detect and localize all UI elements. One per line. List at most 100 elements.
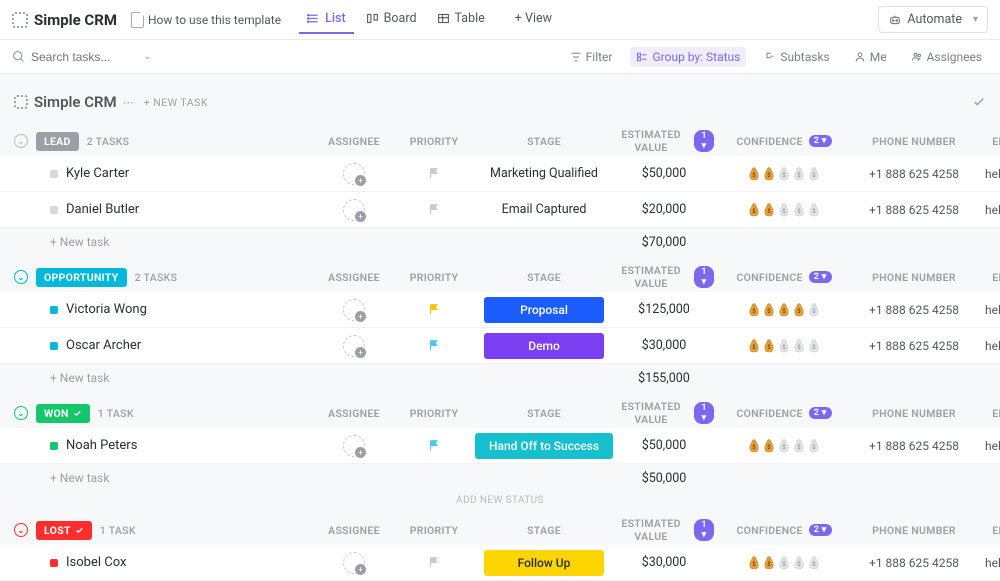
confidence-rating[interactable] <box>714 202 854 218</box>
assignee-add-button[interactable] <box>343 335 365 357</box>
task-row[interactable]: Kyle Carter Marketing Qualified $50,000 … <box>0 156 1000 192</box>
estimated-value[interactable]: $50,000 <box>614 166 714 181</box>
moneybag-icon <box>777 555 791 571</box>
assignee-add-button[interactable] <box>343 299 365 321</box>
group-header: ⌄ LEAD 2 TASKS ASSIGNEE PRIORITY STAGE E… <box>0 126 1000 156</box>
new-task-button[interactable]: + NEW TASK <box>144 96 208 109</box>
estimated-value[interactable]: $125,000 <box>614 302 714 317</box>
group-collapse-toggle[interactable]: ⌄ <box>14 134 28 148</box>
add-status-button[interactable]: ADD NEW STATUS <box>0 492 1000 509</box>
subtasks-button[interactable]: Subtasks <box>758 47 835 67</box>
group-lead: ⌄ LEAD 2 TASKS ASSIGNEE PRIORITY STAGE E… <box>0 126 1000 256</box>
email-address[interactable]: help@clickup.com <box>974 439 1000 453</box>
stage-pill[interactable]: Follow Up <box>484 550 604 576</box>
stage-text[interactable]: Marketing Qualified <box>490 166 598 181</box>
status-dot[interactable] <box>50 559 58 567</box>
assignee-add-button[interactable] <box>343 199 365 221</box>
status-dot[interactable] <box>50 442 58 450</box>
task-row[interactable]: Noah Peters Hand Off to Success $50,000 … <box>0 428 1000 464</box>
task-row[interactable]: Oscar Archer Demo $30,000 +1 888 625 425… <box>0 328 1000 364</box>
col-est-value[interactable]: ESTIMATED VALUE1 ▾ <box>614 264 714 290</box>
group-footer: + New task $155,000 <box>0 364 1000 392</box>
view-tab-list[interactable]: List <box>299 5 354 34</box>
col-email: EMAIL ADDRESS <box>974 407 1000 420</box>
email-address[interactable]: help@clickup.com <box>974 203 1000 217</box>
phone-number[interactable]: +1 888 625 4258 <box>854 303 974 317</box>
col-est-value[interactable]: ESTIMATED VALUE1 ▾ <box>614 128 714 154</box>
confidence-rating[interactable] <box>714 166 854 182</box>
task-row[interactable]: Isobel Cox Follow Up $30,000 +1 888 625 … <box>0 545 1000 581</box>
col-confidence[interactable]: CONFIDENCE2 ▾ <box>714 271 854 284</box>
confidence-rating[interactable] <box>714 302 854 318</box>
priority-flag[interactable] <box>394 339 474 352</box>
assignee-add-button[interactable] <box>343 552 365 574</box>
estimated-value[interactable]: $30,000 <box>614 555 714 570</box>
status-dot[interactable] <box>50 170 58 178</box>
template-link[interactable]: How to use this template <box>131 12 281 28</box>
automate-button[interactable]: Automate ▾ <box>878 6 988 33</box>
status-dot[interactable] <box>50 206 58 214</box>
moneybag-icon <box>747 202 761 218</box>
filter-button[interactable]: Filter <box>564 47 619 67</box>
groupby-button[interactable]: Group by: Status <box>630 47 746 67</box>
add-task-button[interactable]: + New task <box>14 371 314 385</box>
moneybag-icon <box>792 202 806 218</box>
col-est-value[interactable]: ESTIMATED VALUE1 ▾ <box>614 400 714 426</box>
section-header: Simple CRM ⋯ + NEW TASK <box>0 84 1000 120</box>
add-task-button[interactable]: + New task <box>14 235 314 249</box>
stage-text[interactable]: Email Captured <box>502 202 587 217</box>
moneybag-icon <box>747 302 761 318</box>
priority-flag[interactable] <box>394 439 474 452</box>
confidence-rating[interactable] <box>714 555 854 571</box>
confidence-rating[interactable] <box>714 338 854 354</box>
task-row[interactable]: Daniel Butler Email Captured $20,000 +1 … <box>0 192 1000 228</box>
col-confidence[interactable]: CONFIDENCE2 ▾ <box>714 524 854 537</box>
search-box[interactable]: ⌄ <box>12 50 172 64</box>
group-collapse-toggle[interactable]: ⌄ <box>14 406 28 420</box>
group-status-badge[interactable]: LEAD <box>36 132 79 151</box>
assignees-button[interactable]: Assignees <box>905 47 988 67</box>
chevron-down-icon[interactable]: ⌄ <box>143 51 151 62</box>
priority-flag[interactable] <box>394 303 474 316</box>
stage-pill[interactable]: Proposal <box>484 297 604 323</box>
col-est-value[interactable]: ESTIMATED VALUE1 ▾ <box>614 517 714 543</box>
assignee-add-button[interactable] <box>343 163 365 185</box>
phone-number[interactable]: +1 888 625 4258 <box>854 339 974 353</box>
add-task-button[interactable]: + New task <box>14 471 314 485</box>
col-confidence[interactable]: CONFIDENCE2 ▾ <box>714 135 854 148</box>
search-input[interactable] <box>31 50 131 64</box>
assignee-add-button[interactable] <box>343 435 365 457</box>
phone-number[interactable]: +1 888 625 4258 <box>854 167 974 181</box>
col-confidence[interactable]: CONFIDENCE2 ▾ <box>714 407 854 420</box>
email-address[interactable]: help@clickup.com <box>974 167 1000 181</box>
group-collapse-toggle[interactable]: ⌄ <box>14 523 28 537</box>
stage-pill[interactable]: Demo <box>484 333 604 359</box>
group-status-badge[interactable]: LOST <box>36 521 92 540</box>
confidence-rating[interactable] <box>714 438 854 454</box>
phone-number[interactable]: +1 888 625 4258 <box>854 439 974 453</box>
estimated-value[interactable]: $20,000 <box>614 202 714 217</box>
stage-pill[interactable]: Hand Off to Success <box>475 433 613 459</box>
col-assignee: ASSIGNEE <box>314 271 394 284</box>
estimated-value[interactable]: $30,000 <box>614 338 714 353</box>
group-status-badge[interactable]: OPPORTUNITY <box>36 268 127 287</box>
email-address[interactable]: help@clickup.com <box>974 339 1000 353</box>
phone-number[interactable]: +1 888 625 4258 <box>854 556 974 570</box>
group-status-badge[interactable]: WON <box>36 404 90 423</box>
phone-number[interactable]: +1 888 625 4258 <box>854 203 974 217</box>
task-row[interactable]: Victoria Wong Proposal $125,000 +1 888 6… <box>0 292 1000 328</box>
me-button[interactable]: Me <box>848 47 893 67</box>
add-view-button[interactable]: + View <box>507 5 560 34</box>
view-tab-board[interactable]: Board <box>358 5 425 34</box>
view-tab-table[interactable]: Table <box>429 5 493 34</box>
priority-flag[interactable] <box>394 556 474 569</box>
email-address[interactable]: help@clickup.com <box>974 556 1000 570</box>
priority-flag[interactable] <box>394 203 474 216</box>
email-address[interactable]: help@clickup.com <box>974 303 1000 317</box>
status-dot[interactable] <box>50 306 58 314</box>
status-dot[interactable] <box>50 342 58 350</box>
priority-flag[interactable] <box>394 167 474 180</box>
group-collapse-toggle[interactable]: ⌄ <box>14 270 28 284</box>
group-total: $155,000 <box>614 371 714 386</box>
estimated-value[interactable]: $50,000 <box>614 438 714 453</box>
